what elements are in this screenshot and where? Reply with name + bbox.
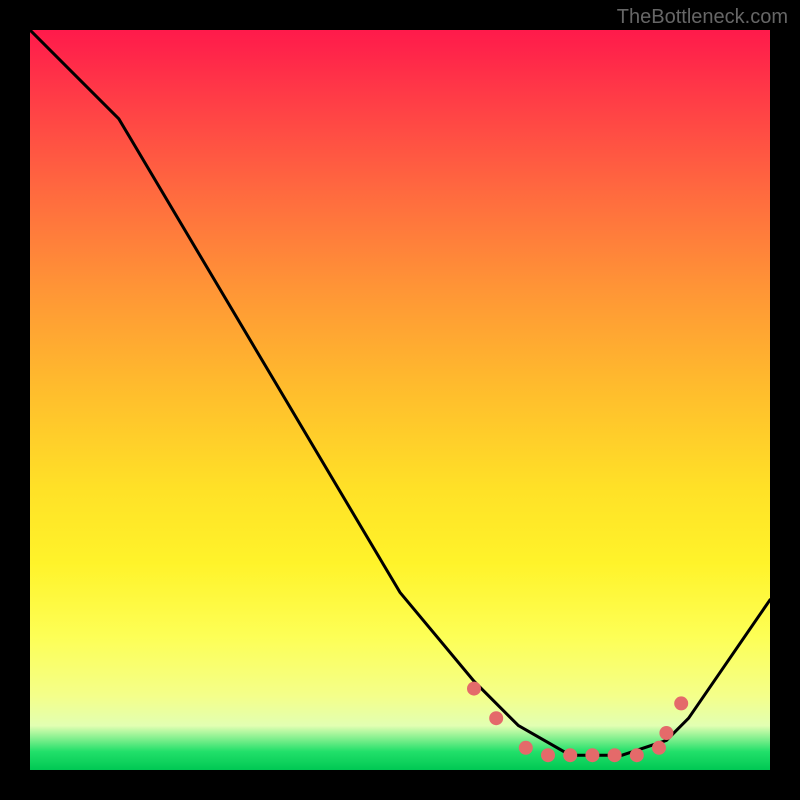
plot-area bbox=[30, 30, 770, 770]
marker-dot bbox=[659, 726, 673, 740]
marker-dot bbox=[489, 711, 503, 725]
marker-dots-group bbox=[467, 682, 688, 763]
marker-dot bbox=[541, 748, 555, 762]
marker-dot bbox=[674, 696, 688, 710]
marker-dot bbox=[519, 741, 533, 755]
marker-dot bbox=[467, 682, 481, 696]
marker-dot bbox=[585, 748, 599, 762]
marker-dot bbox=[563, 748, 577, 762]
marker-dot bbox=[608, 748, 622, 762]
bottleneck-curve bbox=[30, 30, 770, 755]
chart-overlay-svg bbox=[30, 30, 770, 770]
marker-dot bbox=[630, 748, 644, 762]
chart-frame: TheBottleneck.com bbox=[0, 0, 800, 800]
watermark-text: TheBottleneck.com bbox=[617, 6, 788, 29]
marker-dot bbox=[652, 741, 666, 755]
